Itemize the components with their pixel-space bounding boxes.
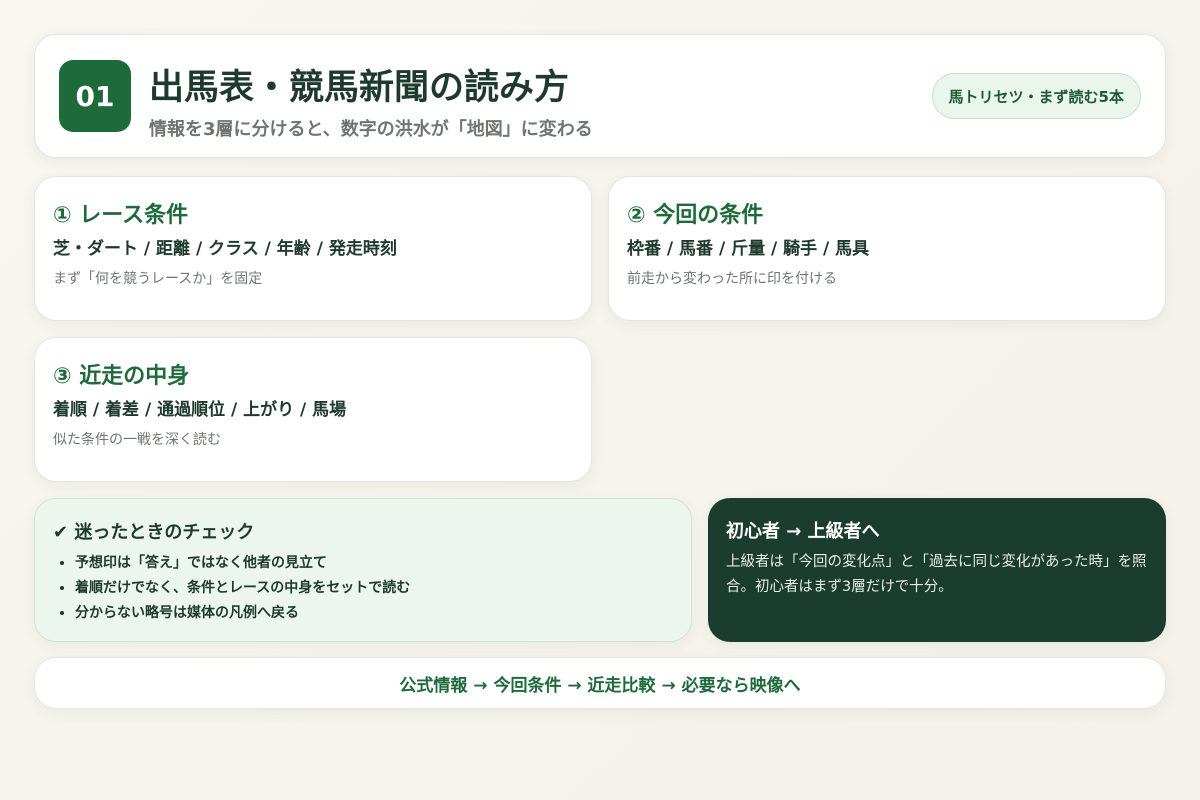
page-subtitle: 情報を3層に分けると、数字の洪水が「地図」に変わる bbox=[149, 119, 593, 140]
section-note: 似た条件の一戦を深く読む bbox=[53, 432, 221, 448]
workflow-steps: 公式情報 → 今回条件 → 近走比較 → 必要なら映像へ bbox=[399, 675, 801, 696]
section-title: ① レース条件 bbox=[53, 203, 189, 228]
section-title: ③ 近走の中身 bbox=[53, 364, 190, 389]
advanced-tip-body: 上級者は「今回の変化点」と「過去に同じ変化があった時」を照合。初心者はまず3層だ… bbox=[726, 554, 1147, 595]
section-note: まず「何を競うレースか」を固定 bbox=[53, 271, 263, 287]
section-items: 芝・ダート / 距離 / クラス / 年齢 / 発走時刻 bbox=[53, 239, 397, 259]
header-card: 01 出馬表・競馬新聞の読み方 情報を3層に分けると、数字の洪水が「地図」に変わ… bbox=[34, 34, 1166, 158]
section-note: 前走から変わった所に印を付ける bbox=[627, 271, 837, 287]
advanced-tip-card: 初心者 → 上級者へ 上級者は「今回の変化点」と「過去に同じ変化があった時」を照… bbox=[708, 498, 1166, 642]
checklist-item: 着順だけでなく、条件とレースの中身をセットで読む bbox=[75, 578, 410, 603]
section-title: ② 今回の条件 bbox=[627, 203, 764, 228]
chapter-number-badge: 01 bbox=[59, 60, 131, 132]
checklist-title: ✔ 迷ったときのチェック bbox=[53, 522, 255, 543]
section-card-current-conditions: ② 今回の条件 枠番 / 馬番 / 斤量 / 騎手 / 馬具 前走から変わった所… bbox=[608, 176, 1166, 321]
section-items: 着順 / 着差 / 通過順位 / 上がり / 馬場 bbox=[53, 400, 347, 420]
checklist: 予想印は「答え」ではなく他者の見立て 着順だけでなく、条件とレースの中身をセット… bbox=[75, 553, 410, 628]
advanced-tip-title: 初心者 → 上級者へ bbox=[726, 521, 880, 542]
section-card-race-conditions: ① レース条件 芝・ダート / 距離 / クラス / 年齢 / 発走時刻 まず「… bbox=[34, 176, 592, 321]
page-title: 出馬表・競馬新聞の読み方 bbox=[149, 68, 570, 108]
section-card-recent-races: ③ 近走の中身 着順 / 着差 / 通過順位 / 上がり / 馬場 似た条件の一… bbox=[34, 337, 592, 482]
checklist-card: ✔ 迷ったときのチェック 予想印は「答え」ではなく他者の見立て 着順だけでなく、… bbox=[34, 498, 692, 642]
checklist-item: 分からない略号は媒体の凡例へ戻る bbox=[75, 603, 410, 628]
workflow-footer: 公式情報 → 今回条件 → 近走比較 → 必要なら映像へ bbox=[34, 657, 1166, 709]
series-tag: 馬トリセツ・まず読む5本 bbox=[931, 73, 1141, 119]
checklist-item: 予想印は「答え」ではなく他者の見立て bbox=[75, 553, 410, 578]
section-items: 枠番 / 馬番 / 斤量 / 騎手 / 馬具 bbox=[627, 239, 870, 259]
